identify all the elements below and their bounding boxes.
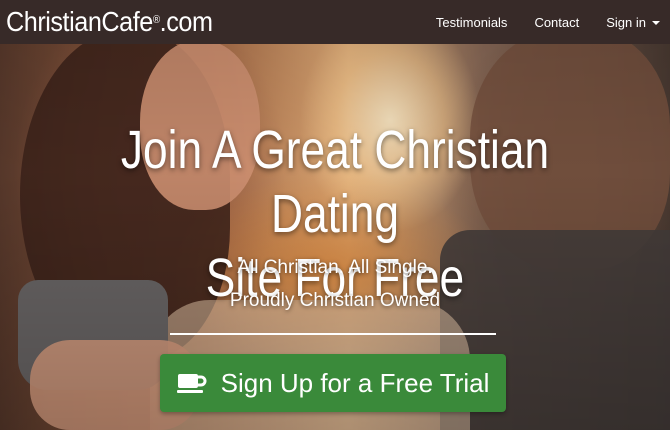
logo-text: ChristianCafe (6, 6, 153, 37)
nav-sign-in-dropdown[interactable]: Sign in (606, 15, 660, 30)
caret-down-icon (652, 21, 660, 26)
nav-links: Testimonials Contact Sign in (436, 0, 660, 44)
nav-testimonials-link[interactable]: Testimonials (436, 15, 508, 30)
sign-up-free-trial-button[interactable]: Sign Up for a Free Trial (160, 354, 506, 412)
logo-suffix: .com (159, 6, 213, 37)
cta-label: Sign Up for a Free Trial (220, 367, 490, 398)
hero-tagline-1: All Christian. All Single. (237, 257, 433, 278)
hero-tagline-2: Proudly Christian Owned (229, 290, 441, 311)
logo-registered-mark: ® (152, 14, 160, 26)
hero-divider (170, 333, 496, 335)
hero-headline: Join A Great Christian Dating Site For F… (69, 118, 602, 310)
sign-in-label: Sign in (606, 14, 646, 30)
hero-content: Join A Great Christian Dating Site For F… (0, 0, 670, 430)
site-logo[interactable]: ChristianCafe®.com (6, 5, 213, 39)
top-navbar: ChristianCafe®.com Testimonials Contact … (0, 0, 670, 44)
headline-line-1: Join A Great Christian Dating (120, 120, 550, 244)
nav-contact-link[interactable]: Contact (534, 15, 579, 30)
coffee-cup-icon (176, 374, 207, 393)
